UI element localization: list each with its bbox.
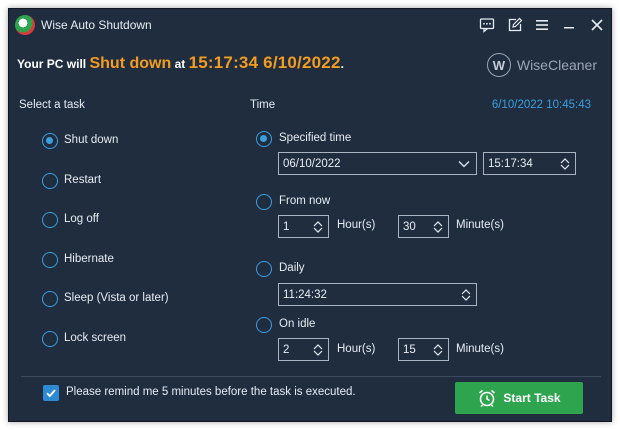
radio-sleep[interactable] <box>42 291 58 307</box>
from-now-hours-value: 1 <box>283 220 290 233</box>
time-heading: Time <box>250 99 276 111</box>
spin-down-icon[interactable] <box>313 227 323 234</box>
spin-down-icon[interactable] <box>433 227 443 234</box>
specified-time-spinner[interactable]: 15:17:34 <box>483 152 576 175</box>
status-datetime: 15:17:34 6/10/2022 <box>188 53 341 72</box>
from-now-hours-spinner[interactable]: 1 <box>278 215 329 238</box>
minimize-icon[interactable] <box>560 16 578 34</box>
spin-down-icon[interactable] <box>313 350 323 357</box>
from-now-minutes-unit: Minute(s) <box>456 219 504 231</box>
task-label-log-off[interactable]: Log off <box>64 213 99 225</box>
radio-from-now[interactable] <box>256 194 272 210</box>
specified-time-label[interactable]: Specified time <box>279 132 351 144</box>
start-task-button[interactable]: Start Task <box>455 382 583 414</box>
date-picker[interactable]: 06/10/2022 <box>278 152 477 175</box>
radio-hibernate[interactable] <box>42 252 58 268</box>
spin-up-icon[interactable] <box>313 220 323 227</box>
on-idle-minutes-value: 15 <box>403 343 416 356</box>
spinner-arrows[interactable] <box>310 216 326 237</box>
spin-up-icon[interactable] <box>433 343 443 350</box>
task-label-hibernate[interactable]: Hibernate <box>64 253 114 265</box>
task-label-lock-screen[interactable]: Lock screen <box>64 332 126 344</box>
radio-log-off[interactable] <box>42 212 58 228</box>
task-label-shut-down[interactable]: Shut down <box>64 134 118 146</box>
radio-restart[interactable] <box>42 173 58 189</box>
spin-up-icon[interactable] <box>461 288 471 295</box>
on-idle-minutes-spinner[interactable]: 15 <box>398 338 449 361</box>
current-clock: 6/10/2022 10:45:43 <box>491 99 591 111</box>
radio-shut-down[interactable] <box>42 133 58 149</box>
on-idle-hours-value: 2 <box>283 343 290 356</box>
task-label-restart[interactable]: Restart <box>64 174 101 186</box>
spin-up-icon[interactable] <box>560 157 570 164</box>
radio-on-idle[interactable] <box>256 317 272 333</box>
status-at: at <box>174 57 186 71</box>
radio-lock-screen[interactable] <box>42 331 58 347</box>
tasks-heading: Select a task <box>19 99 85 111</box>
spin-up-icon[interactable] <box>313 343 323 350</box>
radio-daily[interactable] <box>256 261 272 277</box>
on-idle-minutes-unit: Minute(s) <box>456 343 504 355</box>
checkmark-icon <box>46 389 56 398</box>
date-value: 06/10/2022 <box>283 157 341 170</box>
alarm-clock-icon <box>479 389 496 408</box>
feedback-icon[interactable] <box>478 16 496 34</box>
spin-down-icon[interactable] <box>461 295 471 302</box>
on-idle-hours-unit: Hour(s) <box>337 343 376 355</box>
status-line: Your PC will Shut down at 15:17:34 6/10/… <box>17 53 344 73</box>
edit-icon[interactable] <box>506 16 524 34</box>
spin-up-icon[interactable] <box>433 220 443 227</box>
from-now-minutes-spinner[interactable]: 30 <box>398 215 449 238</box>
specified-time-value: 15:17:34 <box>488 157 533 170</box>
task-label-sleep[interactable]: Sleep (Vista or later) <box>64 292 169 304</box>
window-title: Wise Auto Shutdown <box>41 18 152 32</box>
radio-specified-time[interactable] <box>256 131 272 147</box>
remind-label[interactable]: Please remind me 5 minutes before the ta… <box>66 386 356 398</box>
chevron-down-icon[interactable] <box>456 153 472 174</box>
start-task-label: Start Task <box>503 391 561 405</box>
from-now-hours-unit: Hour(s) <box>337 219 376 231</box>
spinner-arrows[interactable] <box>430 339 446 360</box>
daily-time-value: 11:24:32 <box>283 288 327 301</box>
spinner-arrows[interactable] <box>557 153 573 174</box>
wisecleaner-logo-icon: W <box>486 53 511 77</box>
title-bar: Wise Auto Shutdown <box>9 9 611 41</box>
status-banner: Your PC will Shut down at 15:17:34 6/10/… <box>9 41 611 91</box>
status-prefix: Your PC will <box>17 57 87 71</box>
spinner-arrows[interactable] <box>310 339 326 360</box>
menu-icon[interactable] <box>533 16 551 34</box>
on-idle-label[interactable]: On idle <box>279 318 315 330</box>
from-now-label[interactable]: From now <box>279 195 330 207</box>
daily-label[interactable]: Daily <box>279 262 305 274</box>
spinner-arrows[interactable] <box>430 216 446 237</box>
status-suffix: . <box>340 57 344 71</box>
status-action: Shut down <box>89 55 172 72</box>
app-logo-icon <box>15 15 35 35</box>
brand[interactable]: W WiseCleaner <box>486 53 597 77</box>
spinner-arrows[interactable] <box>458 284 474 305</box>
daily-time-spinner[interactable]: 11:24:32 <box>278 283 477 306</box>
from-now-minutes-value: 30 <box>403 220 416 233</box>
close-icon[interactable] <box>588 16 606 34</box>
footer-divider <box>21 376 601 377</box>
spin-down-icon[interactable] <box>560 164 570 171</box>
remind-checkbox[interactable] <box>43 385 59 401</box>
brand-name: WiseCleaner <box>516 57 597 73</box>
app-window: Wise Auto Shutdown Your PC will Shut dow… <box>8 8 612 422</box>
spin-down-icon[interactable] <box>433 350 443 357</box>
on-idle-hours-spinner[interactable]: 2 <box>278 338 329 361</box>
